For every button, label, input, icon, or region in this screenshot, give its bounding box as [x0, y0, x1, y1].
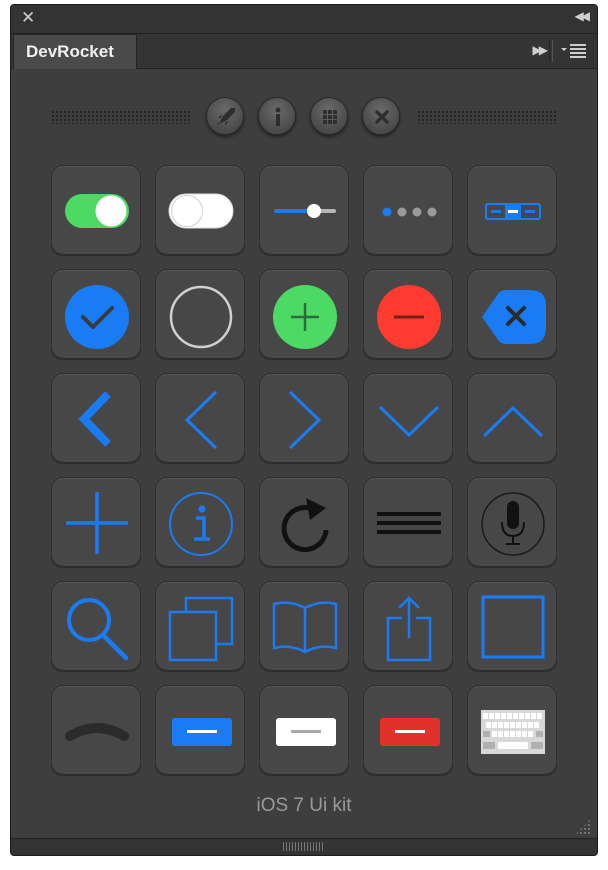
grabber-handle-icon [65, 723, 129, 741]
book-tile[interactable] [259, 581, 349, 671]
white-button-icon [276, 718, 336, 746]
microphone-icon [481, 492, 545, 556]
blue-button-tile[interactable] [155, 685, 245, 775]
search-icon [67, 598, 129, 661]
info-circle-tile[interactable] [155, 477, 245, 567]
slider-icon [274, 204, 336, 218]
tab-row: DevRocket ▶▶ [11, 34, 597, 69]
chevron-up-icon [482, 405, 544, 438]
hamburger-menu-icon [377, 512, 441, 534]
close-button[interactable] [362, 97, 400, 135]
collapse-panel-button[interactable]: ◀◀ [575, 9, 591, 23]
keyboard-icon [481, 710, 545, 754]
white-button-tile[interactable] [259, 685, 349, 775]
empty-circle-icon [169, 285, 233, 349]
blue-button-icon [172, 718, 232, 746]
toggle-off-icon [168, 193, 234, 229]
plus-tile[interactable] [51, 477, 141, 567]
checkmark-circle-icon [65, 285, 129, 349]
back-chevron-tile[interactable] [51, 373, 141, 463]
back-chevron-bold-icon [78, 391, 111, 447]
red-button-tile[interactable] [363, 685, 453, 775]
close-icon [375, 110, 389, 124]
tab-devrocket[interactable]: DevRocket [13, 34, 137, 69]
chevron-down-tile[interactable] [363, 373, 453, 463]
rocket-icon [217, 108, 235, 126]
add-circle-icon [273, 285, 337, 349]
close-panel-button[interactable]: ✕ [21, 8, 35, 28]
resize-handle[interactable] [575, 819, 591, 835]
toolbar-grip-left [51, 110, 191, 124]
delete-backspace-icon [482, 290, 546, 344]
chevron-left-tile[interactable] [155, 373, 245, 463]
drag-grip[interactable] [283, 842, 323, 851]
panel-bottom-bar [11, 838, 597, 855]
segmented-control-icon [485, 203, 541, 220]
devrocket-panel: ✕ ◀◀ DevRocket ▶▶ iOS 7 Ui kit [10, 4, 598, 856]
segmented-control-tile[interactable] [467, 165, 557, 255]
chevron-up-tile[interactable] [467, 373, 557, 463]
chevron-right-icon [288, 390, 322, 450]
empty-circle-tile[interactable] [155, 269, 245, 359]
square-outline-tile[interactable] [467, 581, 557, 671]
remove-circle-icon [377, 285, 441, 349]
panel-menu-icon [561, 44, 586, 58]
page-dots-icon [382, 207, 437, 217]
red-button-icon [380, 718, 440, 746]
grid-button[interactable] [310, 97, 348, 135]
panel-footer-label: iOS 7 Ui kit [256, 795, 352, 816]
info-circle-icon [169, 492, 233, 556]
toggle-off-tile[interactable] [155, 165, 245, 255]
remove-circle-tile[interactable] [363, 269, 453, 359]
info-icon [275, 107, 281, 126]
chevron-right-tile[interactable] [259, 373, 349, 463]
copy-squares-icon [168, 596, 234, 662]
toolbar-grip-right [417, 110, 557, 124]
copy-tile[interactable] [155, 581, 245, 671]
rocket-button[interactable] [206, 97, 244, 135]
add-circle-tile[interactable] [259, 269, 349, 359]
expand-button[interactable]: ▶▶ [533, 43, 549, 57]
toggle-on-icon [65, 194, 129, 228]
square-outline-icon [481, 595, 545, 659]
share-tile[interactable] [363, 581, 453, 671]
share-icon [386, 596, 432, 662]
keyboard-tile[interactable] [467, 685, 557, 775]
info-button[interactable] [258, 97, 296, 135]
refresh-icon [281, 498, 329, 552]
checkmark-tile[interactable] [51, 269, 141, 359]
grabber-tile[interactable] [51, 685, 141, 775]
toolbar [11, 95, 597, 139]
grid-icon [323, 110, 337, 124]
panel-menu-button[interactable] [561, 42, 587, 60]
panel-title-bar: ✕ ◀◀ [11, 5, 597, 34]
refresh-tile[interactable] [259, 477, 349, 567]
plus-icon [66, 492, 128, 554]
divider [549, 40, 553, 62]
microphone-tile[interactable] [467, 477, 557, 567]
chevron-left-icon [184, 390, 218, 450]
toggle-on-tile[interactable] [51, 165, 141, 255]
page-dots-tile[interactable] [363, 165, 453, 255]
book-icon [272, 601, 338, 654]
hamburger-menu-tile[interactable] [363, 477, 453, 567]
search-tile[interactable] [51, 581, 141, 671]
delete-backspace-tile[interactable] [467, 269, 557, 359]
chevron-down-icon [378, 405, 440, 438]
slider-tile[interactable] [259, 165, 349, 255]
